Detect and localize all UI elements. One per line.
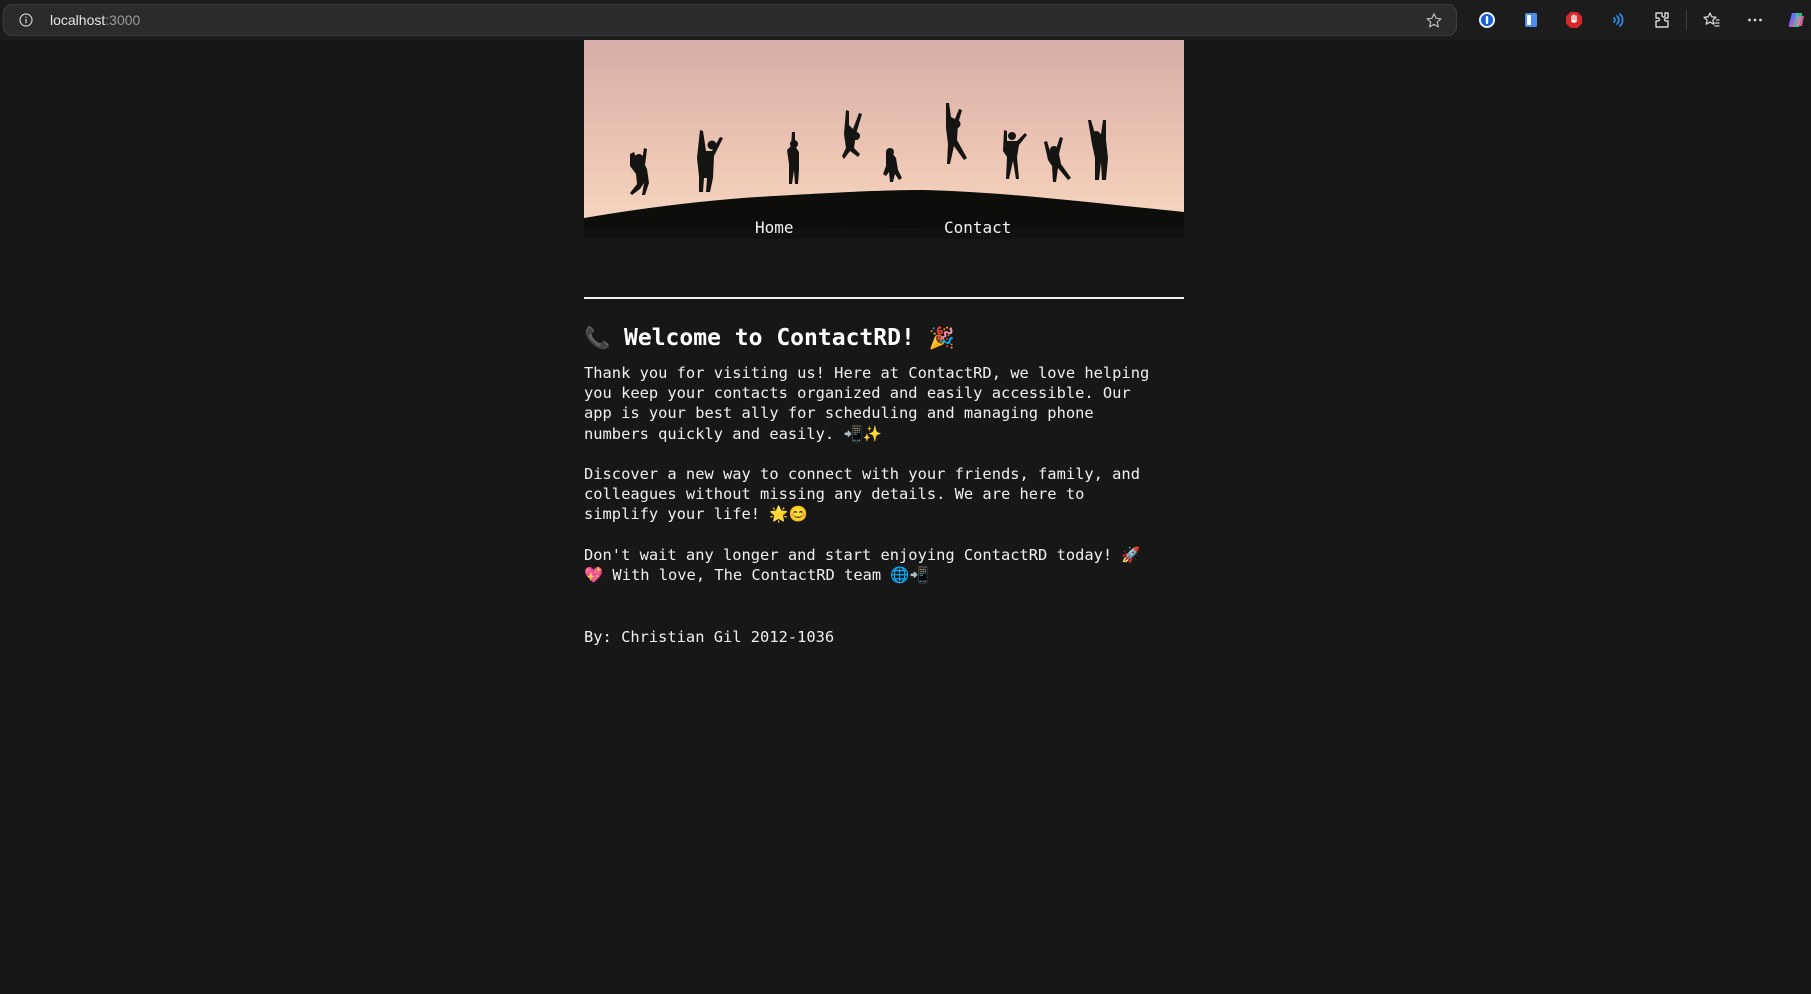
author-byline: By: Christian Gil 2012-1036	[584, 628, 835, 646]
read-aloud-icon[interactable]	[1608, 10, 1628, 30]
hero-image	[584, 40, 1184, 239]
favorites-icon[interactable]	[1701, 10, 1721, 30]
cta-paragraph: Don't wait any longer and start enjoying…	[584, 545, 1184, 585]
more-icon[interactable]	[1745, 10, 1765, 30]
paragraph-line: numbers quickly and easily. 📲✨	[584, 424, 882, 443]
paragraph-line: Thank you for visiting us! Here at Conta…	[584, 364, 1150, 382]
reading-list-icon[interactable]	[1521, 10, 1541, 30]
title-text: Welcome to ContactRD!	[624, 325, 915, 351]
nav-divider	[584, 297, 1184, 299]
nav-home-link[interactable]: Home	[755, 218, 794, 237]
url-text[interactable]: localhost:3000	[50, 12, 140, 28]
paragraph-line: Don't wait any longer and start enjoying…	[584, 546, 1141, 564]
page-title: 📞 Welcome to ContactRD! 🎉	[584, 322, 955, 354]
address-bar[interactable]: localhost:3000	[3, 4, 1457, 36]
copilot-icon[interactable]	[1787, 10, 1807, 30]
browser-toolbar: localhost:3000	[0, 0, 1811, 40]
discover-paragraph: Discover a new way to connect with your …	[584, 464, 1184, 525]
star-icon[interactable]	[1425, 12, 1443, 30]
info-icon[interactable]	[19, 13, 33, 27]
url-host: localhost	[50, 12, 106, 28]
paragraph-line: simplify your life! 🌟😊	[584, 505, 808, 524]
paragraph-line: app is your best ally for scheduling and…	[584, 404, 1094, 423]
adblock-icon[interactable]	[1564, 10, 1584, 30]
nav-contact-link[interactable]: Contact	[944, 218, 1011, 237]
intro-paragraph: Thank you for visiting us! Here at Conta…	[584, 363, 1184, 444]
password-manager-icon[interactable]	[1477, 10, 1497, 30]
paragraph-line: Discover a new way to connect with your …	[584, 465, 1140, 483]
url-port: :3000	[105, 12, 141, 28]
party-emoji: 🎉	[928, 326, 955, 350]
phone-emoji: 📞	[584, 326, 611, 350]
paragraph-line: colleagues without missing any details. …	[584, 485, 1085, 504]
paragraph-line: 💖 With love, The ContactRD team 🌐📲	[584, 566, 929, 585]
extensions-icon[interactable]	[1652, 10, 1672, 30]
paragraph-line: you keep your contacts organized and eas…	[584, 384, 1131, 403]
toolbar-divider	[1686, 10, 1687, 30]
